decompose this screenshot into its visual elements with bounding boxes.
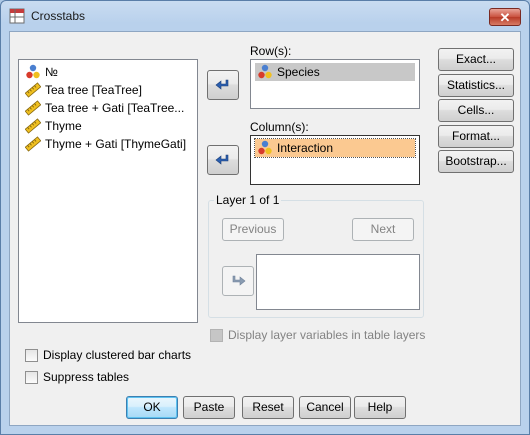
- help-button[interactable]: Help: [354, 396, 406, 419]
- scale-variable-icon: [25, 136, 41, 152]
- arrow-left-icon: [215, 154, 229, 165]
- suppress-tables-label: Suppress tables: [43, 370, 130, 384]
- list-item-label: Interaction: [277, 141, 334, 155]
- bootstrap-button[interactable]: Bootstrap...: [438, 150, 514, 173]
- statistics-button[interactable]: Statistics...: [438, 74, 514, 97]
- clustered-bar-charts-label: Display clustered bar charts: [43, 348, 192, 362]
- move-to-columns-button[interactable]: [207, 145, 239, 175]
- paste-button[interactable]: Paste: [183, 396, 235, 419]
- layer-group-legend: Layer 1 of 1: [214, 193, 282, 207]
- cancel-button[interactable]: Cancel: [299, 396, 351, 419]
- rows-label: Row(s):: [250, 44, 292, 58]
- nominal-variable-icon: [258, 64, 272, 79]
- next-layer-button[interactable]: Next: [352, 218, 414, 241]
- cells-button[interactable]: Cells...: [438, 99, 514, 122]
- exact-button[interactable]: Exact...: [438, 48, 514, 71]
- nominal-variable-icon: [26, 64, 40, 79]
- list-item-label: Thyme + Gati [ThymeGati]: [45, 137, 187, 151]
- close-button[interactable]: ✕: [489, 8, 521, 26]
- arrow-left-icon: [215, 79, 229, 90]
- scale-variable-icon: [25, 118, 41, 134]
- dialog-body: № Tea tree [TeaTree] Tea tree + Gati [Te…: [9, 31, 521, 426]
- columns-list[interactable]: Interaction: [250, 135, 420, 185]
- scale-variable-icon: [25, 82, 41, 98]
- window-title: Crosstabs: [31, 9, 86, 23]
- nominal-variable-icon: [258, 140, 272, 155]
- clustered-bar-charts-checkbox[interactable]: [25, 349, 38, 362]
- list-item[interactable]: Interaction: [254, 138, 416, 158]
- list-item-label: №: [45, 65, 58, 79]
- title-bar[interactable]: Crosstabs ✕: [1, 1, 529, 31]
- display-layer-vars-label: Display layer variables in table layers: [228, 328, 426, 342]
- move-to-layer-button[interactable]: [222, 266, 254, 296]
- scale-variable-icon: [25, 100, 41, 116]
- list-item-label: Tea tree [TeaTree]: [45, 83, 142, 97]
- rows-list[interactable]: Species: [250, 59, 420, 109]
- source-variable-list[interactable]: № Tea tree [TeaTree] Tea tree + Gati [Te…: [18, 59, 198, 323]
- suppress-tables-checkbox[interactable]: [25, 371, 38, 384]
- list-item-label: Tea tree + Gati [TeaTree...: [45, 101, 185, 115]
- display-layer-vars-checkbox[interactable]: [210, 329, 223, 342]
- format-button[interactable]: Format...: [438, 125, 514, 148]
- crosstabs-dialog: Crosstabs ✕ № Tea tree [TeaTree] Tea tre…: [0, 0, 530, 435]
- reset-button[interactable]: Reset: [242, 396, 294, 419]
- list-item-label: Thyme: [45, 119, 82, 133]
- columns-label: Column(s):: [250, 120, 309, 134]
- crosstabs-app-icon: [9, 8, 25, 24]
- arrow-right-icon: [232, 275, 246, 286]
- move-to-rows-button[interactable]: [207, 70, 239, 100]
- list-item[interactable]: Species: [255, 63, 415, 81]
- list-item-label: Species: [277, 65, 320, 79]
- previous-layer-button[interactable]: Previous: [222, 218, 284, 241]
- layer-list[interactable]: [256, 254, 420, 310]
- ok-button[interactable]: OK: [126, 396, 178, 419]
